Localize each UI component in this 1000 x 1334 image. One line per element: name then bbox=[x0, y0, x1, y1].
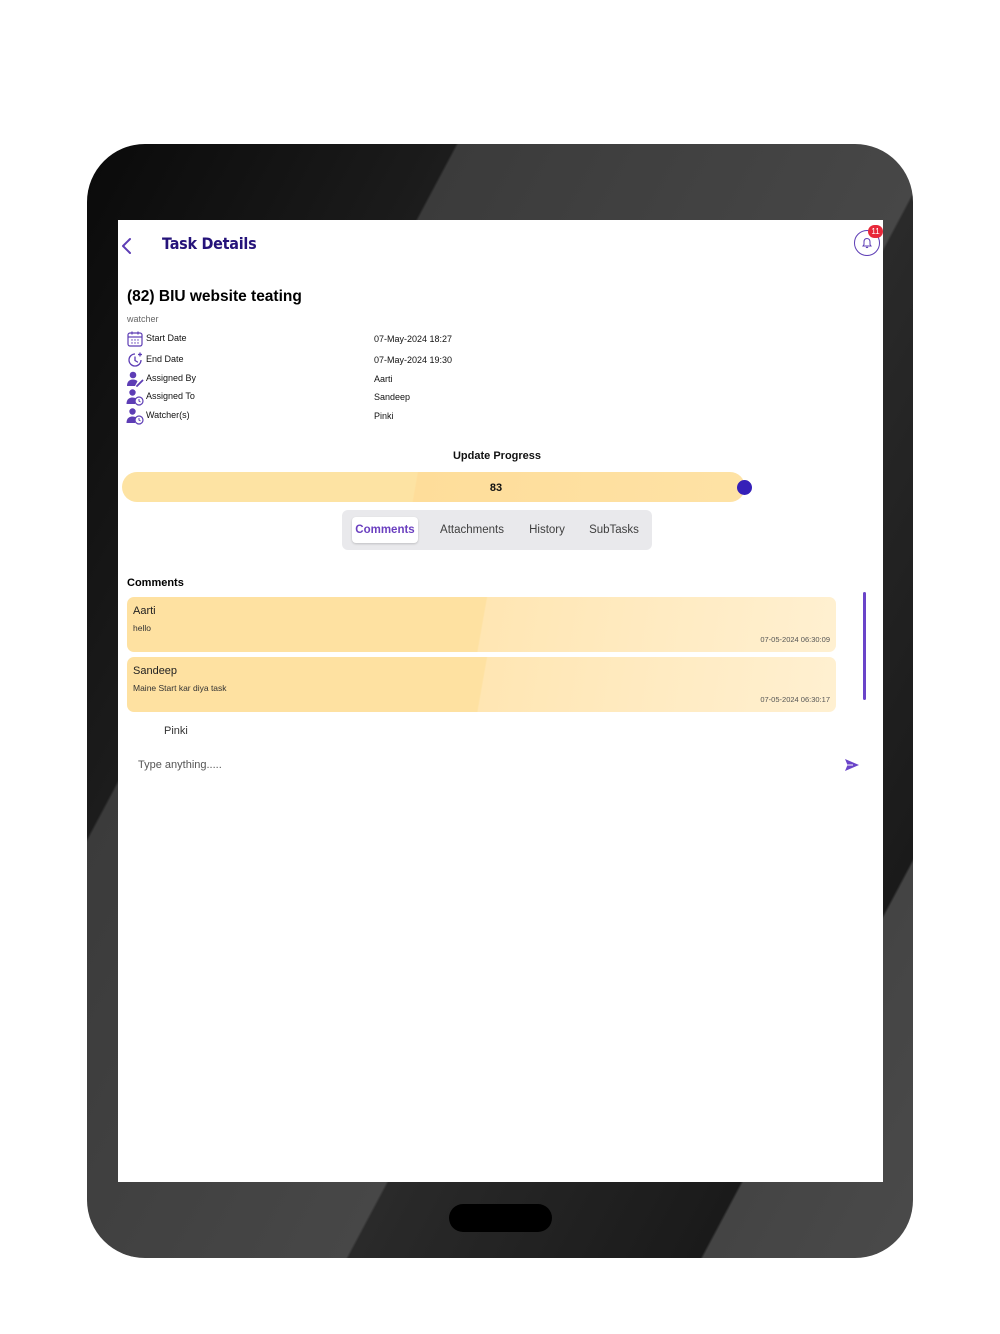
user-clock-icon bbox=[126, 408, 144, 425]
home-button bbox=[449, 1204, 552, 1232]
detail-label: End Date bbox=[146, 354, 184, 364]
detail-label: Start Date bbox=[146, 333, 187, 343]
comment-author: Aarti bbox=[133, 605, 156, 617]
detail-row-assigned-to: Assigned To bbox=[126, 388, 486, 406]
progress-slider-thumb[interactable] bbox=[737, 480, 752, 495]
user-clock-icon bbox=[126, 389, 144, 406]
detail-value-assigned-by: Aarti bbox=[374, 374, 393, 384]
calendar-icon bbox=[127, 331, 143, 347]
detail-value-end-date: 07-May-2024 19:30 bbox=[374, 355, 453, 365]
comments-scrollbar[interactable] bbox=[863, 592, 866, 700]
tab-history[interactable]: History bbox=[522, 517, 572, 543]
detail-value-watchers: Pinki bbox=[374, 411, 394, 421]
detail-label: Watcher(s) bbox=[146, 410, 190, 420]
comment-time: 07-05-2024 06:30:09 bbox=[760, 635, 830, 644]
detail-row-watchers: Watcher(s) bbox=[126, 407, 486, 425]
user-edit-icon bbox=[127, 371, 144, 387]
detail-value-assigned-to: Sandeep bbox=[374, 392, 411, 402]
detail-value-start-date: 07-May-2024 18:27 bbox=[374, 334, 453, 344]
comment-text: Maine Start kar diya task bbox=[133, 683, 227, 693]
comment-text: hello bbox=[133, 623, 151, 633]
tab-bar: Comments Attachments History SubTasks bbox=[342, 510, 652, 550]
comment-item: Sandeep Maine Start kar diya task 07-05-… bbox=[127, 657, 836, 712]
tab-subtasks[interactable]: SubTasks bbox=[586, 517, 642, 543]
app-screen: Task Details 11 (82) BIU website teating… bbox=[118, 220, 883, 1182]
comment-item: Aarti hello 07-05-2024 06:30:09 bbox=[127, 597, 836, 652]
task-title: (82) BIU website teating bbox=[127, 288, 302, 305]
notification-badge: 11 bbox=[868, 225, 883, 238]
detail-label: Assigned By bbox=[146, 373, 197, 383]
detail-label: Assigned To bbox=[146, 391, 195, 401]
role-label: watcher bbox=[127, 314, 159, 324]
progress-label: Update Progress bbox=[452, 450, 542, 462]
send-icon[interactable] bbox=[844, 757, 860, 773]
current-user-name: Pinki bbox=[164, 725, 188, 737]
detail-row-assigned-by: Assigned By bbox=[126, 370, 486, 388]
back-icon[interactable] bbox=[120, 236, 136, 256]
comment-input[interactable] bbox=[138, 754, 828, 776]
clock-icon bbox=[128, 352, 142, 367]
progress-value: 83 bbox=[489, 482, 503, 494]
tab-attachments[interactable]: Attachments bbox=[434, 517, 510, 543]
comments-heading: Comments bbox=[127, 577, 184, 589]
comment-time: 07-05-2024 06:30:17 bbox=[760, 695, 830, 704]
tab-comments[interactable]: Comments bbox=[352, 517, 418, 543]
bell-icon bbox=[862, 237, 872, 249]
page-title: Task Details bbox=[162, 234, 257, 253]
comment-author: Sandeep bbox=[133, 665, 178, 677]
